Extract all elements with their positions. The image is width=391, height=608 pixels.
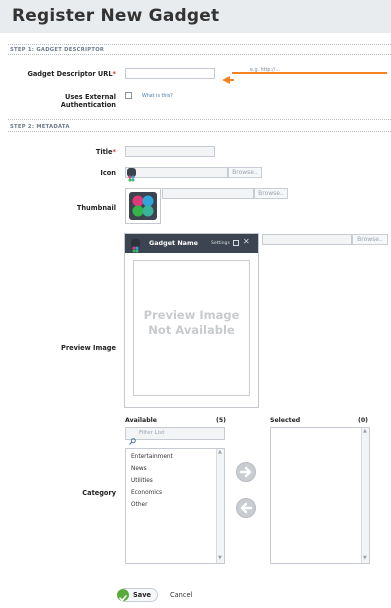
selected-label: Selected xyxy=(270,417,301,424)
selected-list[interactable]: ▲ ▼ xyxy=(270,427,370,564)
preview-browse-button[interactable]: Browse.. xyxy=(352,234,388,245)
list-item[interactable]: Entertainment xyxy=(131,454,173,460)
divider xyxy=(8,54,391,55)
available-scrollbar[interactable]: ▲ ▼ xyxy=(216,449,224,563)
scroll-up-icon[interactable]: ▲ xyxy=(363,429,367,434)
icon-label: Icon xyxy=(100,169,116,177)
thumbnail-preview xyxy=(125,188,161,224)
gadget-titlebar: Gadget Name Settings ✕ xyxy=(125,234,258,253)
external-auth-checkbox[interactable] xyxy=(125,92,132,99)
icon-browse-button[interactable]: Browse.. xyxy=(228,167,262,178)
list-item[interactable]: Utilities xyxy=(131,478,153,484)
thumbnail-file-field[interactable] xyxy=(162,188,254,199)
title-input[interactable] xyxy=(125,146,215,157)
filter-list-input[interactable]: Filter List xyxy=(125,427,225,445)
preview-file-field[interactable] xyxy=(262,234,352,245)
gadget-name: Gadget Name xyxy=(149,239,198,247)
preview-unavailable-line1: Preview Image xyxy=(143,308,240,322)
save-label: Save xyxy=(133,591,151,599)
category-label: Category xyxy=(82,489,116,497)
step2-heading: STEP 2: METADATA xyxy=(10,124,70,130)
save-button[interactable]: Save xyxy=(117,588,158,602)
maximize-icon[interactable] xyxy=(233,240,239,246)
cancel-link[interactable]: Cancel xyxy=(170,591,192,599)
title-label: Title* xyxy=(95,148,116,156)
available-count: (5) xyxy=(216,417,226,424)
move-left-button[interactable] xyxy=(236,498,256,518)
gadget-small-icon xyxy=(131,239,140,253)
filter-list-placeholder: Filter List xyxy=(139,430,165,436)
list-item[interactable]: News xyxy=(131,466,147,472)
icon-file-field[interactable] xyxy=(125,167,228,178)
whats-this-link[interactable]: What is this? xyxy=(142,94,173,99)
search-icon xyxy=(129,430,136,445)
thumbnail-label: Thumbnail xyxy=(76,204,116,212)
available-label: Available xyxy=(125,417,157,424)
move-right-button[interactable] xyxy=(236,462,256,482)
close-icon[interactable]: ✕ xyxy=(243,237,250,247)
gadget-preview-frame: Gadget Name Settings ✕ Preview Image Not… xyxy=(124,233,259,408)
divider xyxy=(8,131,391,132)
descriptor-url-input[interactable] xyxy=(125,68,215,79)
divider xyxy=(8,119,391,120)
check-icon xyxy=(117,589,129,602)
selected-count: (0) xyxy=(358,417,368,424)
page-title: Register New Gadget xyxy=(12,6,220,26)
divider xyxy=(8,44,391,45)
scroll-down-icon[interactable]: ▼ xyxy=(218,556,222,561)
preview-image-box: Preview Image Not Available xyxy=(133,260,250,396)
external-auth-label: Uses External Authentication xyxy=(60,93,116,109)
preview-image-label: Preview Image xyxy=(61,344,116,352)
step1-heading: STEP 1: GADGET DESCRIPTOR xyxy=(10,47,105,53)
preview-unavailable-line2: Not Available xyxy=(148,323,235,337)
gadget-thumbnail-icon xyxy=(129,192,157,220)
available-list[interactable]: Entertainment News Utilities Economics O… xyxy=(125,448,225,564)
icon-preview-icon xyxy=(127,168,136,182)
scroll-down-icon[interactable]: ▼ xyxy=(363,556,367,561)
list-item[interactable]: Other xyxy=(131,502,147,508)
descriptor-url-label: Gadget Descriptor URL* xyxy=(27,70,116,78)
gadget-settings-link[interactable]: Settings xyxy=(211,241,230,246)
list-item[interactable]: Economics xyxy=(131,490,162,496)
thumbnail-browse-button[interactable]: Browse.. xyxy=(254,188,288,199)
descriptor-hint: e.g. http://... xyxy=(250,68,280,73)
scroll-up-icon[interactable]: ▲ xyxy=(218,450,222,455)
selected-scrollbar[interactable]: ▲ ▼ xyxy=(361,428,369,563)
